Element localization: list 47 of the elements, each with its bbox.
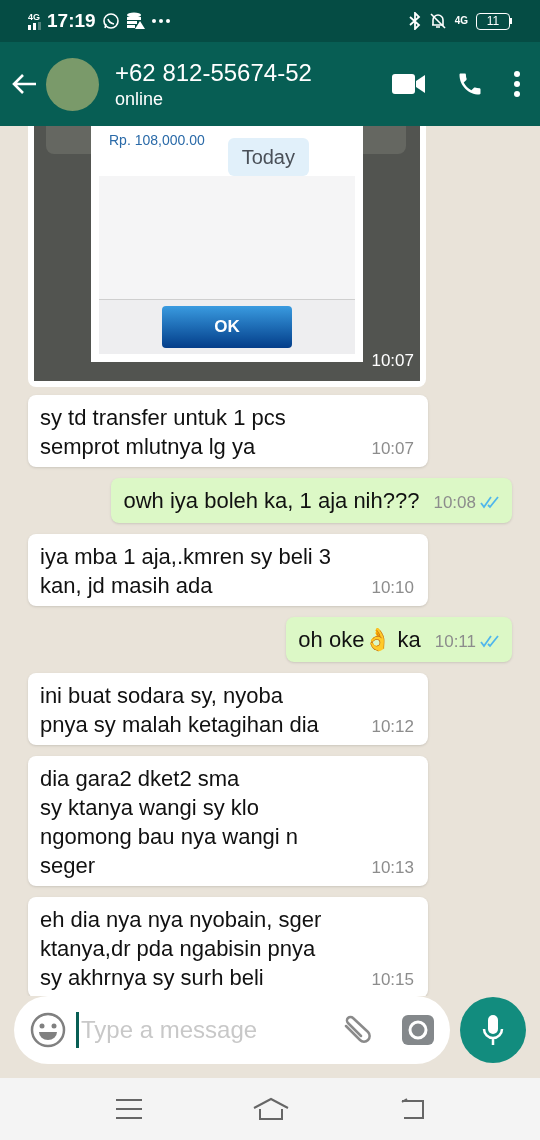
message-time: 10:08 xyxy=(433,491,476,514)
message-text: eh dia nya nya nyobain, sger ktanya,dr pda ngabisin pnya sy akhrnya sy surh beli xyxy=(40,906,322,992)
emoji-icon[interactable] xyxy=(30,1012,66,1048)
sent-message[interactable]: owh iya boleh ka, 1 aja nih??? 10:08 xyxy=(111,478,512,523)
microphone-icon xyxy=(481,1014,505,1046)
bell-muted-icon xyxy=(428,12,447,30)
message-time: 10:10 xyxy=(371,576,414,599)
message-time: 10:12 xyxy=(371,715,414,738)
message-time: 10:07 xyxy=(371,349,414,372)
network-type-label: 4G xyxy=(28,12,40,22)
clock-time: 17:19 xyxy=(47,8,96,33)
amount-text: Rp. 108,000.00 xyxy=(109,131,205,150)
database-warning-icon xyxy=(125,12,146,30)
chat-bubble-icon xyxy=(101,12,120,30)
message-time: 10:07 xyxy=(371,437,414,460)
network-type-label: 4G xyxy=(454,16,468,26)
more-notifications-icon xyxy=(151,19,170,23)
received-message[interactable]: eh dia nya nya nyobain, sger ktanya,dr pda ngabisin pnya sy akhrnya sy surh beli 10:15 xyxy=(28,897,428,996)
received-message[interactable]: dia gara2 dket2 sma sy ktanya wangi sy klo ngomong bau nya wangi n seger 10:13 xyxy=(28,756,428,886)
camera-icon[interactable] xyxy=(402,1015,434,1045)
message-time: 10:15 xyxy=(371,968,414,991)
back-icon[interactable] xyxy=(399,1098,425,1120)
message-text: iya mba 1 aja,.kmren sy beli 3 kan, jd masih ada xyxy=(40,543,332,600)
message-text: owh iya boleh ka, 1 aja nih??? xyxy=(123,487,420,515)
contact-name[interactable]: +62 812-55674-52 xyxy=(115,58,312,88)
battery-indicator: 11 xyxy=(476,12,512,30)
video-call-icon[interactable] xyxy=(392,73,426,95)
bluetooth-icon xyxy=(408,12,421,30)
received-message[interactable]: sy td transfer untuk 1 pcs semprot mlutnya lg ya 10:07 xyxy=(28,395,428,467)
contact-status: online xyxy=(115,88,165,110)
home-icon[interactable] xyxy=(253,1097,289,1121)
received-message[interactable]: ini buat sodara sy, nyoba pnya sy malah ketagihan dia 10:12 xyxy=(28,673,428,745)
message-text: oh oke👌 ka xyxy=(298,626,421,654)
message-time: 10:11 xyxy=(434,630,476,653)
signal-icon xyxy=(28,21,41,30)
message-time: 10:13 xyxy=(371,856,414,879)
message-text: sy td transfer untuk 1 pcs semprot mlutnya lg ya xyxy=(40,404,286,461)
date-chip: Today xyxy=(227,138,309,176)
back-arrow-icon[interactable] xyxy=(12,73,38,95)
image-message[interactable]: Rp. 108,000.00 Today OK 10:07 xyxy=(28,126,426,387)
more-options-icon[interactable] xyxy=(514,71,520,97)
ok-button: OK xyxy=(162,306,292,348)
menu-icon[interactable] xyxy=(115,1098,143,1120)
sent-message[interactable]: oh oke👌 ka 10:11 xyxy=(286,617,512,662)
message-text: dia gara2 dket2 sma sy ktanya wangi sy klo ngomong bau nya wangi n seger xyxy=(40,765,299,880)
message-text: ini buat sodara sy, nyoba pnya sy malah ketagihan dia xyxy=(40,682,319,739)
received-message[interactable]: iya mba 1 aja,.kmren sy beli 3 kan, jd masih ada 10:10 xyxy=(28,534,428,606)
